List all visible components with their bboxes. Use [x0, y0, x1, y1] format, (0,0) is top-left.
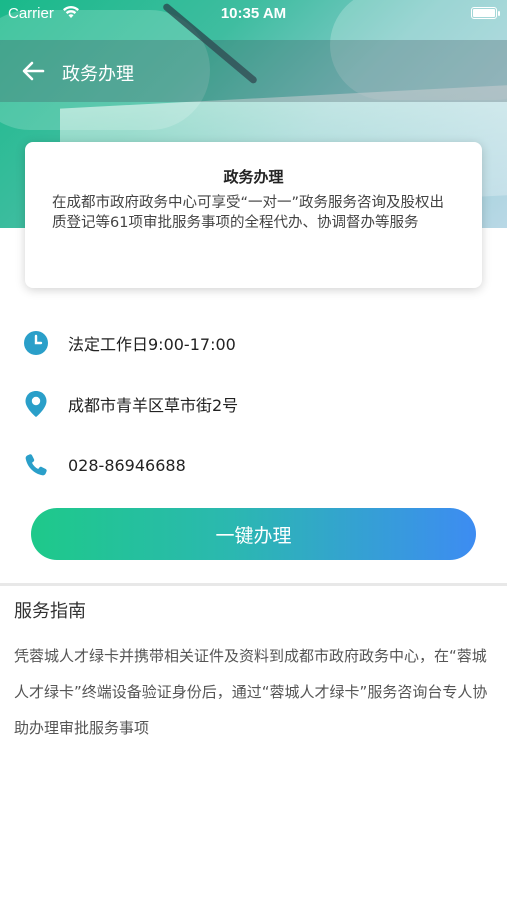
clock-icon — [22, 329, 50, 357]
arrow-left-icon[interactable] — [18, 56, 48, 86]
guide-title: 服务指南 — [14, 601, 86, 622]
phone-number[interactable]: 028-86946688 — [68, 456, 186, 475]
nav-bar: 政务办理 — [0, 40, 507, 102]
battery-icon — [471, 7, 497, 19]
hours-row: 法定工作日9:00-17:00 — [22, 328, 482, 358]
location-pin-icon — [22, 390, 50, 418]
phone-row: 028-86946688 — [22, 450, 482, 480]
battery-tip — [498, 11, 500, 16]
service-card: 政务办理 在成都市政府政务中心可享受“一对一”政务服务咨询及股权出质登记等61项… — [25, 142, 482, 288]
card-description: 在成都市政府政务中心可享受“一对一”政务服务咨询及股权出质登记等61项审批服务事… — [52, 195, 445, 231]
hours-text: 法定工作日9:00-17:00 — [68, 335, 236, 354]
phone-icon[interactable] — [22, 451, 50, 479]
clock-time: 10:35 AM — [220, 5, 287, 22]
guide-text: 凭蓉城人才绿卡并携带相关证件及资料到成都市政府政务中心，在“蓉城人才绿卡”终端设… — [14, 647, 488, 737]
section-divider — [0, 583, 507, 586]
address-text: 成都市青羊区草市街2号 — [68, 396, 239, 415]
status-bar: Carrier 10:35 AM — [0, 0, 507, 28]
card-title: 政务办理 — [223, 168, 284, 186]
address-row: 成都市青羊区草市街2号 — [22, 389, 482, 419]
one-click-process-button[interactable]: 一键办理 — [31, 508, 476, 560]
page-title: 政务办理 — [62, 64, 134, 85]
